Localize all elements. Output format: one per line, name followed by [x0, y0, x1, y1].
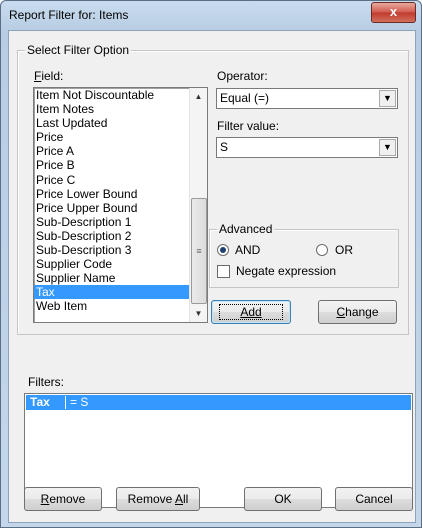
dialog-window: Report Filter for: Items x Select Filter… — [0, 0, 422, 528]
operator-combo[interactable]: Equal (=) ▼ — [216, 88, 398, 109]
field-list-item[interactable]: Supplier Name — [34, 271, 207, 285]
field-list-item[interactable]: Tax — [34, 285, 207, 300]
remove-all-button[interactable]: Remove All — [116, 487, 200, 511]
filters-label: Filters: — [28, 375, 64, 389]
change-label: Change — [336, 305, 379, 319]
advanced-title: Advanced — [217, 222, 275, 236]
window-title: Report Filter for: Items — [9, 8, 129, 22]
filter-value-label: Filter value: — [217, 119, 280, 133]
field-list-item[interactable]: Price C — [34, 173, 207, 187]
filter-row-separator — [65, 396, 66, 409]
filter-row-field: Tax — [30, 395, 50, 409]
add-button[interactable]: Add — [211, 300, 291, 324]
and-radio-dot — [220, 247, 226, 253]
cancel-button[interactable]: Cancel — [335, 487, 413, 511]
add-label: Add — [240, 305, 262, 319]
field-list-item[interactable]: Price B — [34, 158, 207, 172]
operator-dropdown-icon[interactable]: ▼ — [379, 90, 396, 107]
advanced-group: Advanced — [209, 222, 399, 288]
or-radio[interactable] — [316, 244, 328, 256]
ok-button[interactable]: OK — [244, 487, 322, 511]
field-list-item[interactable]: Sub-Description 2 — [34, 229, 207, 243]
field-list-item[interactable]: Price Upper Bound — [34, 201, 207, 215]
scroll-down-icon[interactable]: ▼ — [190, 305, 207, 322]
field-label: Field: — [34, 69, 64, 83]
field-list-item[interactable]: Last Updated — [34, 116, 207, 130]
field-items: Item Not Discountable Item Notes Last Upda… — [34, 88, 207, 314]
field-list-item[interactable]: Item Not Discountable — [34, 88, 207, 102]
remove-button[interactable]: Remove — [24, 487, 102, 511]
field-list-item[interactable]: Sub-Description 3 — [34, 243, 207, 257]
filter-row-expression: = S — [70, 395, 89, 409]
field-list-item[interactable]: Web Item — [34, 299, 207, 313]
title-bar[interactable]: Report Filter for: Items x — [1, 1, 421, 29]
field-list-item[interactable]: Supplier Code — [34, 257, 207, 271]
filter-value-dropdown-icon[interactable]: ▼ — [379, 139, 396, 156]
filter-value-combo[interactable]: S ▼ — [216, 137, 398, 158]
field-listbox[interactable]: Item Not Discountable Item Notes Last Upda… — [33, 87, 208, 323]
negate-label: Negate expression — [236, 264, 337, 278]
field-list-item[interactable]: Item Notes — [34, 102, 207, 116]
change-button[interactable]: Change — [318, 300, 397, 324]
remove-all-label: Remove All — [127, 492, 189, 506]
field-list-item[interactable]: Price — [34, 130, 207, 144]
field-list-item[interactable]: Price Lower Bound — [34, 187, 207, 201]
field-list-item[interactable]: Price A — [34, 144, 207, 158]
filter-row[interactable]: Tax = S — [26, 395, 411, 410]
remove-label: Remove — [40, 492, 86, 506]
cancel-label: Cancel — [355, 492, 393, 506]
or-label: OR — [335, 243, 353, 257]
dialog-client: Select Filter Option Field: Item Not Dis… — [8, 30, 416, 523]
operator-label: Operator: — [217, 69, 268, 83]
filter-value-text: S — [220, 140, 229, 154]
close-button[interactable]: x — [371, 2, 416, 23]
field-scrollbar[interactable]: ▲ ≡ ▼ — [189, 88, 207, 322]
negate-checkbox[interactable] — [217, 265, 230, 278]
and-label: AND — [235, 243, 261, 257]
scroll-thumb[interactable]: ≡ — [191, 198, 207, 304]
field-list-item[interactable]: Sub-Description 1 — [34, 215, 207, 229]
and-radio[interactable] — [217, 244, 229, 256]
scroll-up-icon[interactable]: ▲ — [190, 88, 207, 105]
ok-label: OK — [274, 492, 292, 506]
select-filter-option-title: Select Filter Option — [25, 43, 132, 57]
operator-value: Equal (=) — [220, 91, 270, 105]
